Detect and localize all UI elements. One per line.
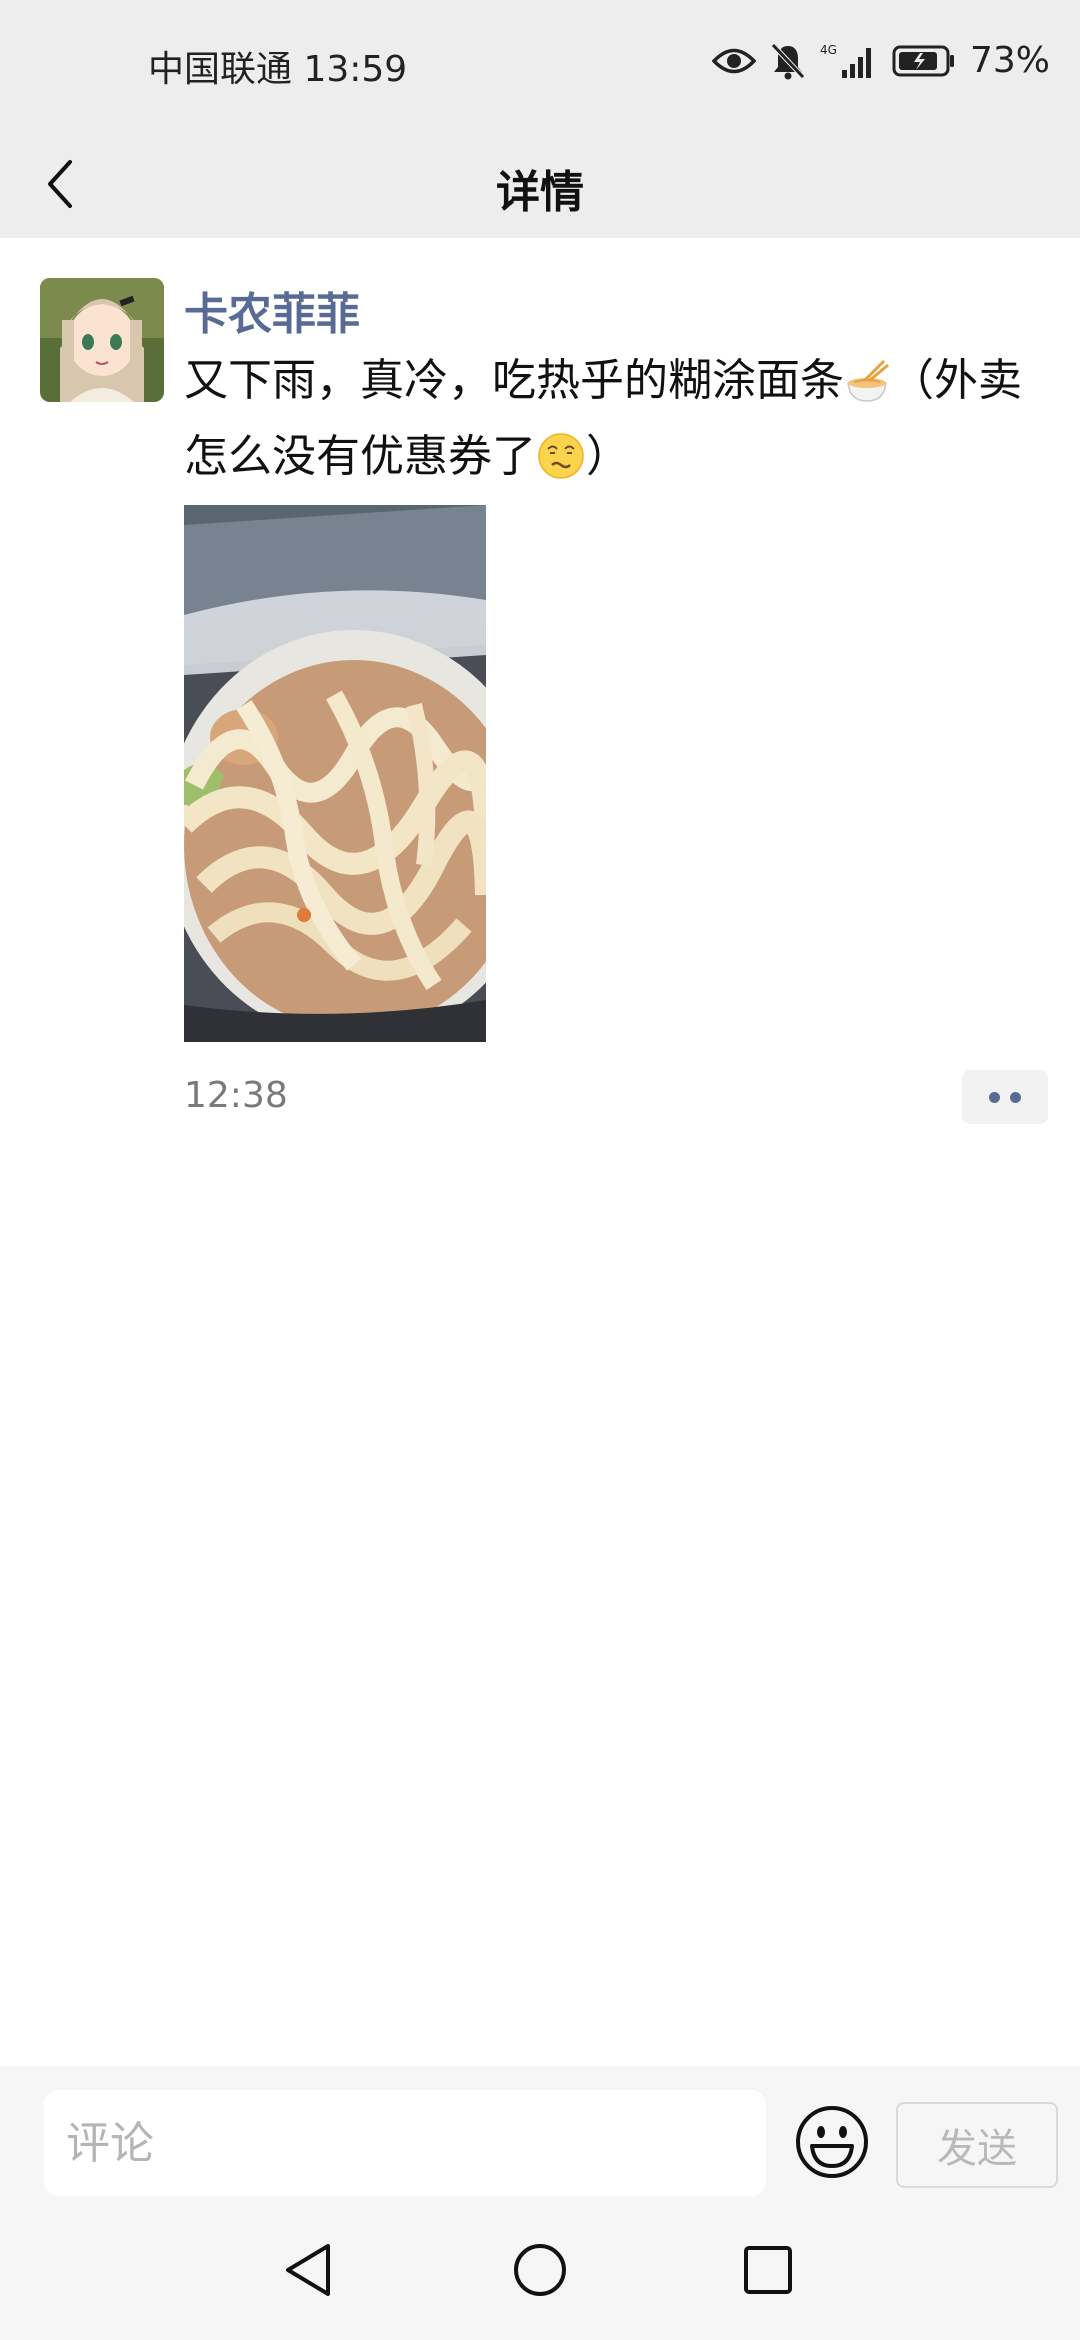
send-button[interactable]: 发送 bbox=[896, 2102, 1058, 2188]
nav-recents-button[interactable] bbox=[718, 2222, 818, 2322]
nav-back-button[interactable] bbox=[258, 2222, 358, 2322]
avatar-image bbox=[40, 278, 164, 402]
battery-icon bbox=[892, 44, 956, 78]
status-bar: 中国联通 13:59 4G 73% bbox=[0, 0, 1080, 134]
triangle-back-icon bbox=[280, 2240, 336, 2304]
post-text-part3: ） bbox=[586, 431, 630, 482]
noodle-bowl-emoji bbox=[844, 358, 890, 424]
post-photo[interactable] bbox=[184, 505, 486, 1042]
emoji-button[interactable] bbox=[792, 2104, 872, 2184]
comment-input[interactable] bbox=[44, 2090, 766, 2196]
nav-home-button[interactable] bbox=[490, 2222, 590, 2322]
more-actions-button[interactable] bbox=[962, 1070, 1048, 1124]
noodle-photo bbox=[184, 505, 486, 1042]
carrier-time: 中国联通 13:59 bbox=[148, 49, 408, 90]
muted-bell-icon bbox=[770, 42, 806, 80]
more-dots-icon bbox=[989, 1091, 1000, 1103]
page-title: 详情 bbox=[496, 167, 584, 218]
avatar[interactable] bbox=[40, 278, 164, 402]
eye-icon bbox=[711, 46, 756, 76]
header-bar: 详情 bbox=[0, 134, 1080, 238]
comment-bar: 发送 bbox=[0, 2066, 1080, 2200]
more-dots-icon bbox=[1010, 1091, 1021, 1103]
circle-home-icon bbox=[512, 2242, 568, 2302]
network-label: 4G bbox=[820, 43, 837, 57]
square-recents-icon bbox=[740, 2242, 796, 2302]
post-time: 12:38 bbox=[184, 1075, 288, 1116]
post-text-part1: 又下雨，真冷，吃热乎的糊涂面条 bbox=[184, 355, 844, 406]
signal-icon: 4G bbox=[820, 42, 878, 80]
battery-percent: 73% bbox=[969, 40, 1050, 81]
system-nav-bar bbox=[0, 2200, 1080, 2340]
dizzy-face-emoji bbox=[536, 431, 586, 500]
post-text: 又下雨，真冷，吃热乎的糊涂面条 （外卖怎么没有优惠券了） bbox=[184, 348, 1044, 500]
smiley-icon bbox=[794, 2104, 870, 2184]
author-name[interactable]: 卡农菲菲 bbox=[184, 278, 360, 342]
status-icons: 4G 73% bbox=[711, 40, 1050, 81]
